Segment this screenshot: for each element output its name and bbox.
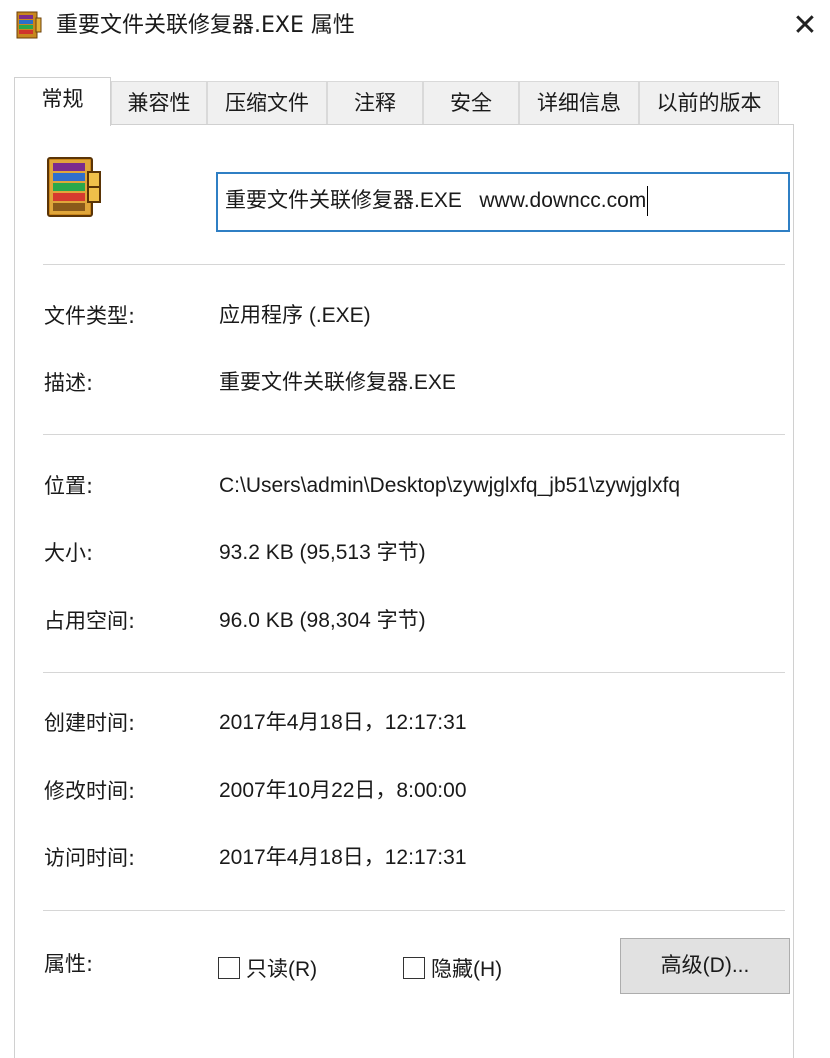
description-value: 重要文件关联修复器.EXE [219,371,456,394]
tab-security[interactable]: 安全 [423,81,519,125]
tab-strip: 常规 兼容性 压缩文件 注释 安全 详细信息 以前的版本 [14,77,794,126]
hidden-label: 隐藏(H) [431,958,503,981]
readonly-checkbox-box[interactable] [218,957,240,979]
modified-label: 修改时间: [44,779,136,803]
hidden-checkbox[interactable]: 隐藏(H) [403,954,502,982]
readonly-checkbox[interactable]: 只读(R) [218,954,317,982]
readonly-label: 只读(R) [246,958,318,981]
close-icon: ✕ [792,8,818,43]
tab-general[interactable]: 常规 [14,77,111,126]
divider [43,672,785,673]
created-value: 2017年4月18日，12:17:31 [219,711,467,734]
size-on-disk-label: 占用空间: [44,609,136,633]
file-type-label: 文件类型: [44,304,136,328]
size-value: 93.2 KB (95,513 字节) [219,541,426,564]
location-value: C:\Users\admin\Desktop\zywjglxfq_jb51\zy… [219,474,681,497]
attributes-label: 属性: [44,952,94,976]
advanced-button[interactable]: 高级(D)... [620,938,790,994]
close-button[interactable]: ✕ [782,4,828,48]
accessed-label: 访问时间: [44,846,136,870]
tab-compatibility[interactable]: 兼容性 [111,81,207,125]
hidden-checkbox-box[interactable] [403,957,425,979]
modified-value: 2007年10月22日，8:00:00 [219,779,467,802]
divider [43,264,785,265]
file-name-text: 重要文件关联修复器.EXE www.downcc.com [225,189,647,212]
file-type-value: 应用程序 (.EXE) [219,304,371,327]
winrar-archive-icon [47,157,101,217]
description-label: 描述: [44,371,94,395]
tab-archive[interactable]: 压缩文件 [207,81,327,125]
location-label: 位置: [44,474,94,498]
text-caret [647,186,649,217]
tab-previous-versions[interactable]: 以前的版本 [639,81,779,125]
created-label: 创建时间: [44,711,136,735]
title-bar: 重要文件关联修复器.EXE 属性 ✕ [0,0,830,54]
accessed-value: 2017年4月18日，12:17:31 [219,846,467,869]
size-on-disk-value: 96.0 KB (98,304 字节) [219,609,426,632]
tab-comment[interactable]: 注释 [327,81,423,125]
size-label: 大小: [44,541,94,565]
divider [43,434,785,435]
winrar-app-icon [16,11,42,39]
window-title: 重要文件关联修复器.EXE 属性 [56,13,355,38]
file-name-input[interactable]: 重要文件关联修复器.EXE www.downcc.com [216,172,790,232]
tab-details[interactable]: 详细信息 [519,81,639,125]
divider [43,910,785,911]
